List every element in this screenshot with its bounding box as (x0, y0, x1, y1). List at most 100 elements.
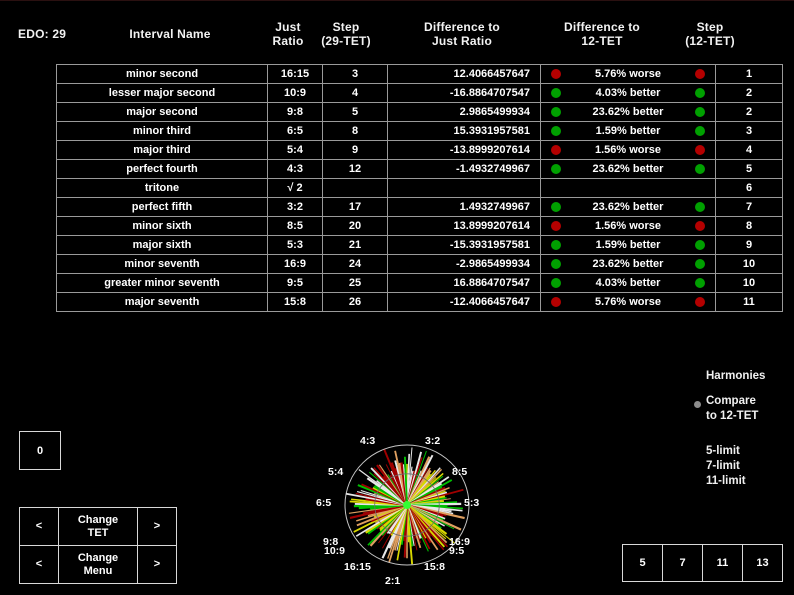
difference-12tet-text: 23.62% better (592, 106, 664, 118)
cell-difference-just-ratio: -12.4066457647 (387, 292, 541, 312)
cell-step-12tet: 2 (715, 102, 783, 122)
difference-12tet-text: 1.59% better (595, 239, 661, 251)
cell-step-29tet: 24 (322, 254, 388, 274)
column-header-interval-name: Interval Name (129, 27, 211, 41)
cell-step-29tet (322, 178, 388, 198)
cell-difference-just-ratio (387, 178, 541, 198)
wheel-ratio-label: 5:3 (464, 497, 480, 509)
table-row[interactable]: minor second 16:15 3 12.4066457647 5.76% wor… (56, 64, 783, 84)
cell-step-29tet: 3 (322, 64, 388, 84)
status-dot-green-left-icon (551, 202, 561, 212)
cell-step-12tet: 7 (715, 197, 783, 217)
status-dot-green-right-icon (695, 240, 705, 250)
cell-just-ratio: 8:5 (267, 216, 323, 236)
just-ratio-line1: Just (275, 20, 301, 34)
table-row[interactable]: major sixth 5:3 21 -15.3931957581 1.59% bett… (56, 235, 783, 255)
cell-step-29tet: 9 (322, 140, 388, 160)
value-display-text: 0 (36, 444, 44, 457)
cell-interval-name: minor seventh (56, 254, 268, 274)
diff-12-line1: Difference to (564, 20, 640, 34)
change-tet-row: < Change TET > (19, 507, 177, 546)
cell-difference-12tet: 1.59% better (540, 121, 716, 141)
cell-difference-12tet: 23.62% better (540, 254, 716, 274)
cell-difference-12tet (540, 178, 716, 198)
difference-12tet-content: 5.76% worse (542, 294, 715, 311)
table-row[interactable]: minor sixth 8:5 20 13.8999207614 1.56% worse… (56, 216, 783, 236)
status-dot-green-left-icon (551, 88, 561, 98)
step29-line2: (29-TET) (321, 34, 371, 48)
table-row[interactable]: greater minor seventh 9:5 25 16.8864707547 4… (56, 273, 783, 293)
table-row[interactable]: minor third 6:5 8 15.3931957581 1.59% better… (56, 121, 783, 141)
harmony-option-compare-to-12tet[interactable]: Compare to 12-TET (694, 394, 794, 424)
difference-12tet-text: 1.59% better (595, 125, 661, 137)
cell-difference-just-ratio: -16.8864707547 (387, 83, 541, 103)
table-row[interactable]: major second 9:8 5 2.9865499934 23.62% bette… (56, 102, 783, 122)
cell-interval-name: minor second (56, 64, 268, 84)
table-row[interactable]: minor seventh 16:9 24 -2.9865499934 23.62% b… (56, 254, 783, 274)
wheel-center-hub (403, 501, 411, 509)
cell-step-29tet: 4 (322, 83, 388, 103)
column-header-difference-to-just-ratio: Difference to Just Ratio (392, 20, 532, 48)
status-dot-red-right-icon (695, 69, 705, 79)
cell-difference-12tet: 4.03% better (540, 83, 716, 103)
cell-difference-just-ratio: 12.4066457647 (387, 64, 541, 84)
difference-12tet-content: 1.56% worse (542, 218, 715, 235)
difference-12tet-content: 1.59% better (542, 237, 715, 254)
wheel-ratio-label: 15:8 (424, 561, 446, 573)
harmony-limit-option[interactable]: 5-limit (706, 444, 794, 459)
cell-just-ratio: 6:5 (267, 121, 323, 141)
status-dot-red-right-icon (695, 297, 705, 307)
difference-12tet-content: 1.56% worse (542, 142, 715, 159)
status-dot-red-left-icon (551, 297, 561, 307)
table-row[interactable]: lesser major second 10:9 4 -16.8864707547 4.… (56, 83, 783, 103)
cell-step-12tet: 10 (715, 254, 783, 274)
cell-difference-12tet: 5.76% worse (540, 64, 716, 84)
change-tet-next-button[interactable]: > (137, 507, 177, 546)
difference-12tet-content: 23.62% better (542, 161, 715, 178)
cell-step-12tet: 11 (715, 292, 783, 312)
table-row[interactable]: tritone √ 2 6 (56, 178, 783, 198)
status-dot-green-left-icon (551, 240, 561, 250)
status-dot-red-right-icon (695, 145, 705, 155)
harmony-limit-option[interactable]: 7-limit (706, 459, 794, 474)
wheel-ratio-label: 10:9 (324, 545, 346, 557)
harmony-limit-option[interactable]: 11-limit (706, 474, 794, 489)
cell-just-ratio: 15:8 (267, 292, 323, 312)
cell-step-29tet: 21 (322, 235, 388, 255)
status-dot-green-right-icon (695, 259, 705, 269)
harmony-wheel-diagram[interactable]: 4:3 3:2 5:4 8:5 6:5 5:3 9:8 10:9 16:9 9:5 16:15 15:… (312, 429, 502, 594)
wheel-ratio-label: 5:4 (328, 466, 344, 478)
change-tet-label: Change TET (58, 507, 138, 546)
change-menu-prev-button[interactable]: < (19, 545, 59, 584)
limit-button[interactable]: 5 (622, 544, 663, 582)
wheel-ratio-label: 9:5 (449, 545, 465, 557)
cell-step-29tet: 5 (322, 102, 388, 122)
table-row[interactable]: perfect fourth 4:3 12 -1.4932749967 23.62% b… (56, 159, 783, 179)
cell-difference-just-ratio: -13.8999207614 (387, 140, 541, 160)
status-dot-red-left-icon (551, 69, 561, 79)
difference-12tet-text: 23.62% better (592, 163, 664, 175)
compare-label-line2: to 12-TET (706, 410, 759, 422)
difference-12tet-text: 23.62% better (592, 201, 664, 213)
change-tet-prev-button[interactable]: < (19, 507, 59, 546)
table-row[interactable]: major seventh 15:8 26 -12.4066457647 5.76% w… (56, 292, 783, 312)
table-row[interactable]: perfect fifth 3:2 17 1.4932749967 23.62% bet… (56, 197, 783, 217)
change-tet-label-line2: TET (87, 526, 109, 539)
limit-button[interactable]: 11 (702, 544, 743, 582)
wheel-ratio-label: 3:2 (425, 435, 441, 447)
change-menu-next-button[interactable]: > (137, 545, 177, 584)
cell-step-29tet: 8 (322, 121, 388, 141)
table-row[interactable]: major third 5:4 9 -13.8999207614 1.56% worse… (56, 140, 783, 160)
radio-selected-icon (694, 401, 701, 408)
limit-button[interactable]: 13 (742, 544, 783, 582)
status-dot-red-right-icon (695, 221, 705, 231)
status-dot-green-right-icon (695, 164, 705, 174)
difference-12tet-text: 1.56% worse (594, 144, 662, 156)
difference-12tet-text: 4.03% better (595, 87, 661, 99)
status-dot-red-left-icon (551, 221, 561, 231)
status-dot-green-right-icon (695, 107, 705, 117)
cell-difference-just-ratio: 2.9865499934 (387, 102, 541, 122)
cell-difference-12tet: 1.56% worse (540, 216, 716, 236)
limit-button[interactable]: 7 (662, 544, 703, 582)
limit-buttons-row: 5 7 11 13 (622, 544, 783, 582)
